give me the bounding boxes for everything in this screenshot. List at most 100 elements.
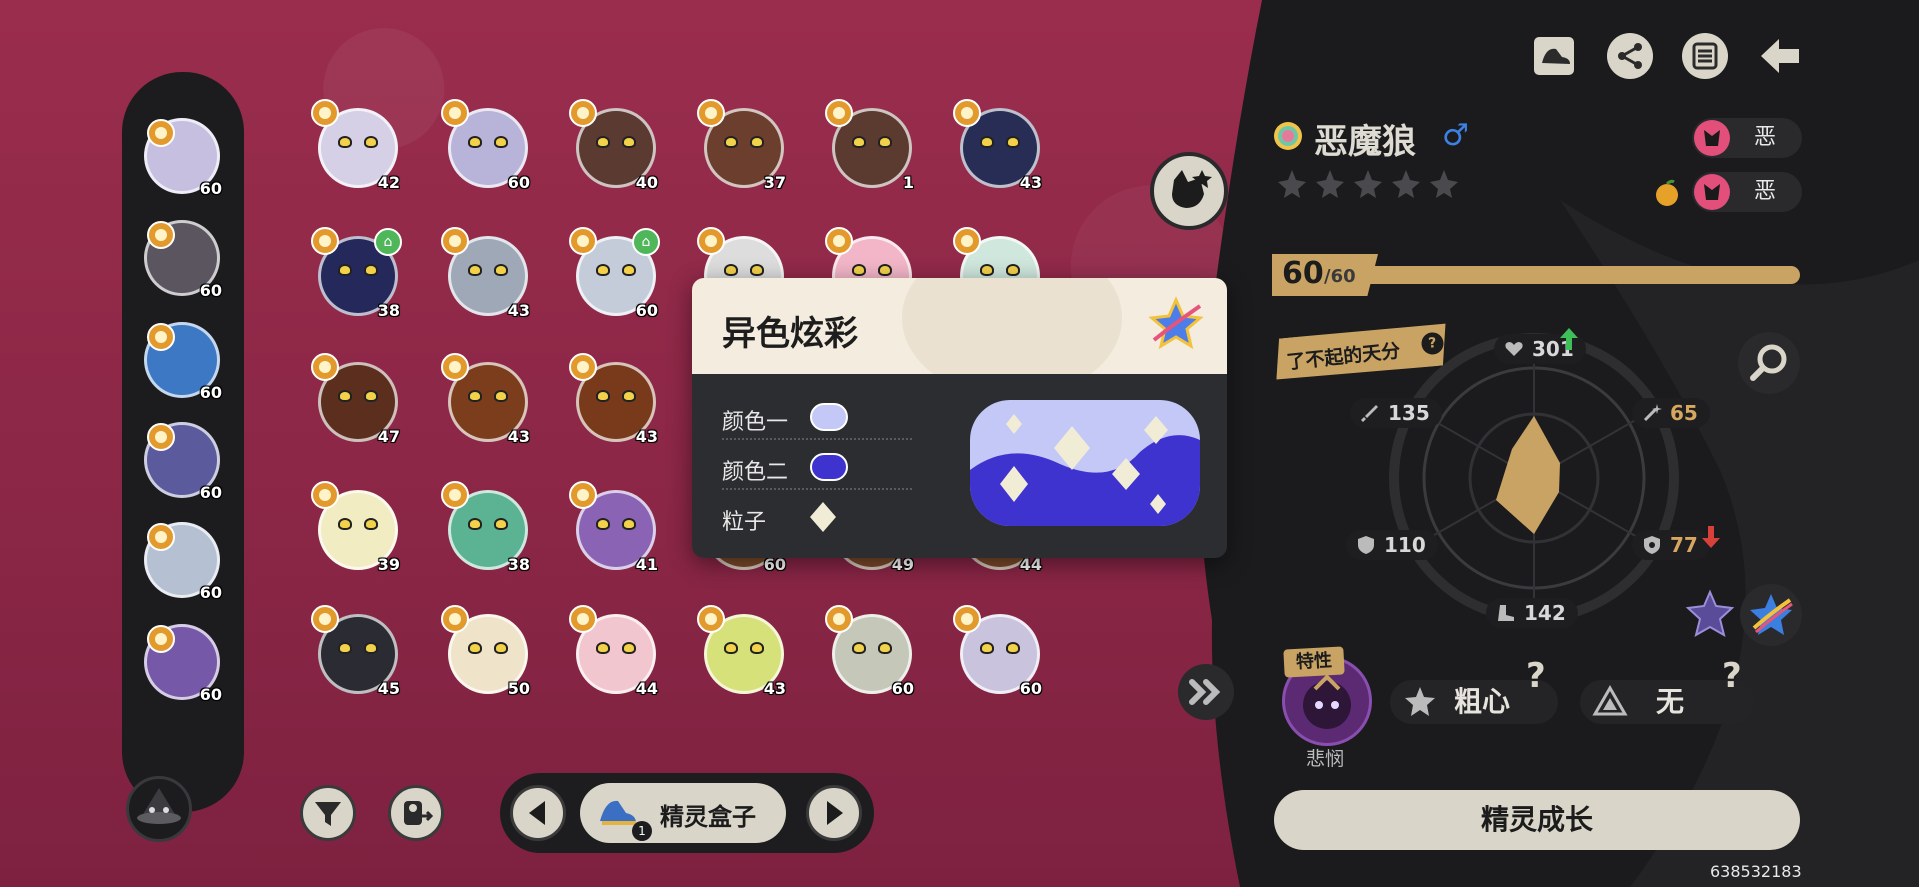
pet-level: 38 (507, 555, 530, 574)
type-chip-2-label: 恶 (1754, 179, 1777, 204)
pet-level: 43 (507, 427, 530, 446)
triangle-left-icon (529, 801, 545, 825)
stat-sp-attack-value: 65 (1670, 401, 1698, 425)
pet-level: 37 (763, 173, 786, 192)
color-row-label: 粒子 (722, 510, 767, 535)
rainbow-star-icon (1750, 594, 1793, 635)
item-help-icon[interactable]: ? (1722, 656, 1742, 696)
pet-eye (724, 642, 738, 654)
pet-card[interactable]: 1 (824, 98, 920, 194)
back-button[interactable] (1755, 31, 1805, 81)
level-max: /60 (1324, 266, 1356, 287)
pet-card[interactable]: 60 (952, 604, 1048, 700)
pet-card[interactable]: 50 (440, 604, 536, 700)
inspect-button[interactable] (1738, 332, 1800, 394)
nature-star-icon (1405, 687, 1435, 716)
team-slot-level: 60 (199, 583, 222, 602)
pet-card[interactable]: 60 (440, 98, 536, 194)
pet-level: 38 (377, 301, 400, 320)
pet-eye (750, 264, 764, 276)
type-chip-2[interactable]: 恶 (1692, 172, 1802, 212)
pet-card[interactable]: 44 (568, 604, 664, 700)
list-icon (1682, 33, 1728, 79)
heart-icon (1505, 342, 1523, 356)
pet-eye (364, 518, 378, 530)
pet-eye (724, 136, 738, 148)
pet-card[interactable]: 43 (696, 604, 792, 700)
share-icon (1607, 33, 1653, 79)
stat-defense-value: 110 (1384, 533, 1426, 557)
pet-card[interactable]: 41 (568, 480, 664, 576)
pet-card[interactable]: 39 (310, 480, 406, 576)
collapse-panel-button[interactable] (1178, 664, 1234, 720)
type-chip-1[interactable]: 恶 (1692, 118, 1802, 158)
home-icon: ⌂ (632, 228, 660, 256)
medal-badge-icon (311, 481, 339, 509)
pet-card[interactable]: 37 (696, 98, 792, 194)
team-slot-3[interactable]: 60 (138, 314, 228, 404)
pet-eye (494, 136, 508, 148)
team-slot-4[interactable]: 60 (138, 414, 228, 504)
stat-up-arrow-icon (1560, 328, 1578, 350)
pet-card[interactable]: 43 (440, 226, 536, 322)
medal-badge-icon (441, 481, 469, 509)
box-label-pill[interactable]: 1 精灵盒子 (580, 783, 786, 843)
pet-grow-button[interactable]: 精灵成长 (1274, 790, 1800, 850)
team-avatar-button[interactable] (126, 776, 192, 842)
color-swatch (810, 403, 848, 431)
shiny-color-button[interactable] (1740, 584, 1802, 646)
pet-level: 43 (507, 301, 530, 320)
filter-button[interactable] (300, 785, 356, 841)
transfer-button[interactable] (388, 785, 444, 841)
next-box-button[interactable] (806, 785, 862, 841)
pet-card[interactable]: 43 (952, 98, 1048, 194)
pet-eye (1006, 136, 1020, 148)
pet-card[interactable]: ⌂ 38 (310, 226, 406, 322)
pet-level: 45 (377, 679, 400, 698)
pet-card[interactable]: 43 (568, 352, 664, 448)
share-button[interactable] (1605, 31, 1655, 81)
team-slot-2[interactable]: 60 (138, 212, 228, 302)
pet-level: 43 (1019, 173, 1042, 192)
stat-attack: 135 (1350, 398, 1442, 428)
element-star-button[interactable] (1684, 588, 1736, 640)
shoe-book-button[interactable] (1530, 31, 1580, 81)
pet-card[interactable]: 47 (310, 352, 406, 448)
pet-eye (468, 264, 482, 276)
pet-eye (364, 264, 378, 276)
type-chip-1-label: 恶 (1754, 125, 1777, 150)
shoe-book-icon (1534, 37, 1574, 75)
stat-sp-defense: 77 (1632, 530, 1710, 560)
pet-eye (468, 518, 482, 530)
pet-card[interactable]: 42 (310, 98, 406, 194)
pet-portrait-button[interactable] (1150, 152, 1228, 230)
medal-badge-icon (147, 119, 175, 147)
pet-level: 1 (902, 173, 914, 192)
fruit-icon (1656, 179, 1678, 206)
popup-header: 异色炫彩 (692, 278, 1227, 398)
color-row-3: 粒子 (722, 496, 912, 540)
team-slot-5[interactable]: 60 (138, 514, 228, 604)
medal-badge-icon (825, 227, 853, 255)
list-button[interactable] (1680, 31, 1730, 81)
pet-eye (1006, 264, 1020, 276)
pet-level: 60 (891, 679, 914, 698)
star-element-icon (1685, 589, 1735, 638)
pet-eye (338, 136, 352, 148)
color-row-label: 颜色二 (722, 460, 789, 485)
pet-card[interactable]: 40 (568, 98, 664, 194)
pet-card[interactable]: 43 (440, 352, 536, 448)
pet-card[interactable]: 38 (440, 480, 536, 576)
box-switcher: 1 精灵盒子 (500, 773, 874, 853)
magic-wand-icon (1643, 404, 1662, 422)
double-chevron-icon (1189, 679, 1221, 705)
team-slot-1[interactable]: 60 (138, 110, 228, 200)
prev-box-button[interactable] (510, 785, 566, 841)
team-slot-6[interactable]: 60 (138, 616, 228, 706)
pet-card[interactable]: 45 (310, 604, 406, 700)
pet-card[interactable]: ⌂ 60 (568, 226, 664, 322)
pet-eye (852, 264, 866, 276)
nature-help-icon[interactable]: ? (1526, 656, 1546, 696)
pet-card[interactable]: 60 (824, 604, 920, 700)
pet-eye (468, 642, 482, 654)
